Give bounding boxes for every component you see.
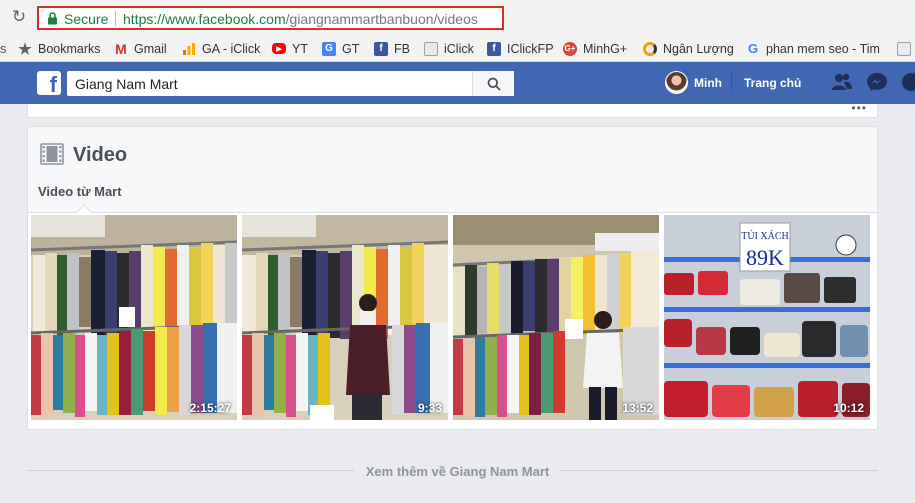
bookmark-label: FB xyxy=(394,41,410,56)
video-subtab[interactable]: Video từ Mart xyxy=(38,184,122,199)
google-icon: G xyxy=(747,41,759,56)
bookmark-label: IClickFP xyxy=(507,41,554,56)
google-translate-icon: G xyxy=(322,41,336,56)
secure-label: Secure xyxy=(64,11,109,27)
bookmark-overflow[interactable] xyxy=(897,39,915,58)
see-more-row: Xem thêm về Giang Nam Mart xyxy=(0,463,915,481)
bookmark-label: GT xyxy=(342,41,360,56)
bookmark-phan-mem-seo[interactable]: G phan mem seo - Tim xyxy=(746,39,880,58)
see-more-link[interactable]: Xem thêm về Giang Nam Mart xyxy=(353,464,562,479)
clothing-rack-image xyxy=(242,215,448,420)
bookmark-gt[interactable]: G GT xyxy=(322,39,359,58)
video-thumbnail[interactable]: 9:33 xyxy=(242,215,448,420)
page-icon xyxy=(424,41,438,56)
url-text[interactable]: https://www.facebook.com/giangnammartban… xyxy=(123,11,478,27)
video-duration: 13:52 xyxy=(622,401,653,415)
google-plus-icon: G+ xyxy=(563,41,577,56)
video-section-card: Video Video từ Mart 2:15:27 9:33 13:52 T… xyxy=(27,126,878,430)
youtube-icon: ▶ xyxy=(272,43,286,54)
video-duration: 9:33 xyxy=(417,401,442,415)
bookmark-ga-iclick[interactable]: GA - iClick xyxy=(182,39,260,58)
handbag-shelf-image: TÚI XÁCH 89K xyxy=(664,215,870,420)
bookmark-label: Ngân Lượng xyxy=(663,41,734,56)
bookmark-fb[interactable]: f FB xyxy=(374,39,410,58)
url-path: /giangnammartbanbuon/videos xyxy=(285,11,478,27)
video-duration: 2:15:27 xyxy=(189,401,231,415)
topbar-divider xyxy=(731,70,732,94)
clothing-rack-image xyxy=(31,215,237,420)
url-separator xyxy=(115,11,116,26)
profile-name-link[interactable]: Minh xyxy=(694,76,722,90)
facebook-search-box xyxy=(67,71,514,96)
globe-notifications-icon[interactable] xyxy=(900,72,915,92)
bookmark-label: phan mem seo - Tim xyxy=(766,41,880,56)
friend-requests-icon[interactable] xyxy=(831,72,853,92)
video-section-title[interactable]: Video xyxy=(73,144,127,167)
bookmark-label: iClick xyxy=(444,41,474,56)
bookmark-apps-edge[interactable]: s xyxy=(0,39,7,58)
browser-address-bar: ↻ Secure https://www.facebook.com/giangn… xyxy=(0,0,915,35)
nganluong-icon xyxy=(643,41,657,56)
search-icon xyxy=(487,77,501,91)
bookmark-yt[interactable]: ▶ YT xyxy=(272,39,308,58)
star-icon: ★ xyxy=(18,40,32,58)
reload-icon[interactable]: ↻ xyxy=(10,8,28,26)
search-input[interactable] xyxy=(67,71,477,96)
analytics-icon xyxy=(182,42,196,56)
video-section-header: Video Video từ Mart xyxy=(28,127,877,213)
bookmark-label: Gmail xyxy=(134,41,167,56)
bookmark-iclick[interactable]: iClick xyxy=(424,39,474,58)
bookmark-label: MinhG+ xyxy=(583,41,628,56)
bookmark-label: YT xyxy=(292,41,308,56)
bookmarks-bar: s ★ Bookmarks M Gmail GA - iClick ▶ YT G… xyxy=(0,35,915,62)
previous-section-card: ••• xyxy=(27,101,878,118)
messenger-icon[interactable] xyxy=(866,72,888,92)
clothing-rack-image xyxy=(453,215,659,420)
bookmark-bookmarks[interactable]: ★ Bookmarks xyxy=(18,39,101,58)
url-bar[interactable]: Secure https://www.facebook.com/giangnam… xyxy=(37,6,504,30)
avatar[interactable] xyxy=(665,71,688,94)
film-strip-icon xyxy=(40,143,64,165)
video-thumbnail[interactable]: 13:52 xyxy=(453,215,659,420)
video-thumbnail[interactable]: TÚI XÁCH 89K 10:12 xyxy=(664,215,870,420)
bookmark-iclickfp[interactable]: f IClickFP xyxy=(487,39,554,58)
bookmark-ngan-luong[interactable]: Ngân Lượng xyxy=(643,39,734,58)
facebook-logo-icon[interactable]: f xyxy=(37,71,61,97)
url-host: https://www.facebook.com xyxy=(123,11,286,27)
bag-sign-price: 89K xyxy=(746,245,784,270)
bookmark-gmail[interactable]: M Gmail xyxy=(114,39,167,58)
home-link[interactable]: Trang chủ xyxy=(744,76,801,90)
lock-icon xyxy=(48,12,57,25)
facebook-icon: f xyxy=(374,41,388,56)
page-icon xyxy=(897,41,911,56)
bookmark-label: GA - iClick xyxy=(202,41,261,56)
facebook-icon: f xyxy=(487,41,501,56)
video-duration: 10:12 xyxy=(833,401,864,415)
search-button[interactable] xyxy=(472,71,514,96)
bag-sign-top: TÚI XÁCH xyxy=(741,230,789,242)
bookmark-label: Bookmarks xyxy=(38,41,101,56)
gmail-icon: M xyxy=(115,40,127,57)
bookmark-minhg[interactable]: G+ MinhG+ xyxy=(563,39,627,58)
more-options-icon[interactable]: ••• xyxy=(851,101,867,115)
video-thumbnail[interactable]: 2:15:27 xyxy=(31,215,237,420)
